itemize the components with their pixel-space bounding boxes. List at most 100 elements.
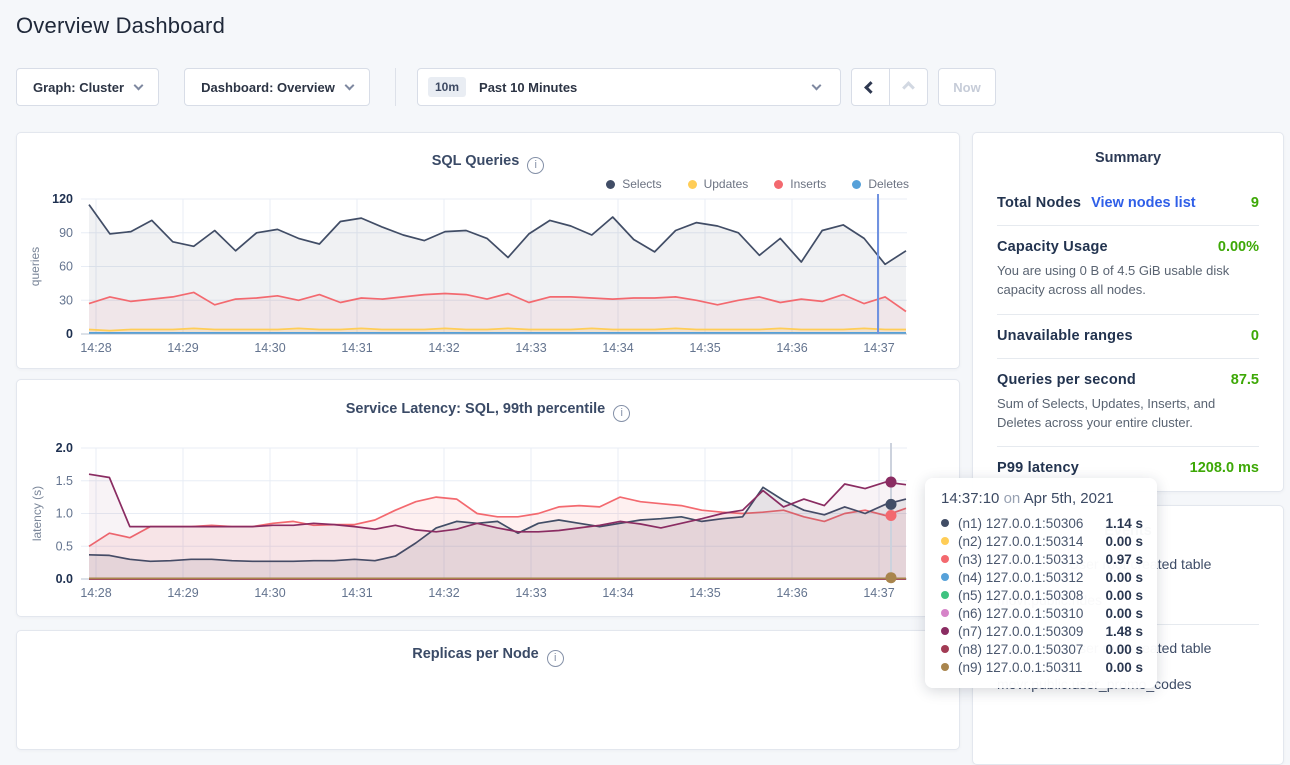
tooltip-node-value: 0.00 s [1105, 588, 1143, 603]
summary-row-value: 9 [1251, 195, 1259, 211]
chevron-down-icon [812, 80, 822, 90]
page-title: Overview Dashboard [16, 13, 225, 39]
series-dot-icon [941, 537, 949, 545]
legend-dot-icon [688, 180, 697, 189]
svg-text:latency (s): latency (s) [30, 486, 44, 541]
info-icon[interactable]: i [527, 157, 544, 174]
sql-queries-chart[interactable]: 030609012014:2814:2914:3014:3114:3214:33… [17, 189, 957, 359]
svg-text:14:33: 14:33 [515, 586, 546, 600]
tooltip-timestamp: 14:37:10 on Apr 5th, 2021 [941, 490, 1143, 507]
tooltip-node-label: (n8) 127.0.0.1:50307 [958, 642, 1083, 657]
svg-text:0.5: 0.5 [56, 539, 73, 553]
svg-text:90: 90 [59, 226, 73, 240]
dashboard-selector-label: Dashboard: Overview [201, 80, 335, 95]
legend-dot-icon [852, 180, 861, 189]
tooltip-node-value: 1.14 s [1105, 516, 1143, 531]
svg-text:60: 60 [59, 260, 73, 274]
tooltip-node-value: 0.00 s [1105, 606, 1143, 621]
time-now-button[interactable]: Now [938, 68, 996, 106]
svg-text:14:28: 14:28 [80, 586, 111, 600]
svg-text:queries: queries [28, 247, 42, 286]
chart-title: Replicas per Node [412, 646, 539, 662]
chart-title: SQL Queries [432, 153, 520, 169]
summary-row: Total Nodes View nodes list 9 [997, 182, 1259, 226]
summary-row-label: Unavailable ranges [997, 328, 1133, 344]
svg-text:120: 120 [52, 192, 73, 206]
svg-text:14:34: 14:34 [602, 586, 633, 600]
svg-text:14:37: 14:37 [863, 341, 894, 355]
time-range-label: Past 10 Minutes [479, 80, 577, 95]
tooltip-row: (n6) 127.0.0.1:50310 0.00 s [941, 604, 1143, 622]
tooltip-node-value: 0.00 s [1105, 660, 1143, 675]
svg-text:1.0: 1.0 [56, 507, 73, 521]
summary-row: Queries per second 87.5 Sum of Selects, Up… [997, 359, 1259, 448]
summary-row-value: 0.00% [1218, 239, 1259, 255]
svg-text:1.5: 1.5 [56, 474, 73, 488]
svg-text:14:31: 14:31 [341, 341, 372, 355]
svg-text:14:36: 14:36 [776, 341, 807, 355]
summary-row-value: 1208.0 ms [1190, 460, 1259, 476]
svg-text:14:37: 14:37 [863, 586, 894, 600]
tooltip-node-value: 0.00 s [1105, 570, 1143, 585]
service-latency-panel: Service Latency: SQL, 99th percentilei 0… [16, 379, 960, 617]
tooltip-node-value: 0.00 s [1105, 642, 1143, 657]
series-dot-icon [941, 645, 949, 653]
summary-rows: Total Nodes View nodes list 9 Capacity Usag… [997, 182, 1259, 490]
summary-row-label: Total Nodes [997, 195, 1081, 211]
tooltip-row: (n4) 127.0.0.1:50312 0.00 s [941, 568, 1143, 586]
series-dot-icon [941, 663, 949, 671]
svg-text:0: 0 [66, 327, 73, 341]
series-dot-icon [941, 591, 949, 599]
summary-row-label: Queries per second [997, 372, 1136, 388]
view-nodes-link[interactable]: View nodes list [1091, 195, 1196, 211]
legend-dot-icon [774, 180, 783, 189]
summary-row-label: Capacity Usage [997, 239, 1108, 255]
tooltip-node-label: (n4) 127.0.0.1:50312 [958, 570, 1083, 585]
series-dot-icon [941, 519, 949, 527]
service-latency-chart[interactable]: 0.00.51.01.52.014:2814:2914:3014:3114:32… [17, 439, 957, 609]
summary-row-subtext: You are using 0 B of 4.5 GiB usable disk… [997, 262, 1259, 300]
dashboard-selector-dropdown[interactable]: Dashboard: Overview [184, 68, 370, 106]
legend-dot-icon [606, 180, 615, 189]
svg-text:14:28: 14:28 [80, 341, 111, 355]
svg-text:14:29: 14:29 [167, 341, 198, 355]
summary-heading: Summary [973, 133, 1283, 166]
svg-text:0.0: 0.0 [56, 572, 73, 586]
summary-row-subtext: Sum of Selects, Updates, Inserts, and De… [997, 395, 1259, 433]
chart-hover-tooltip: 14:37:10 on Apr 5th, 2021 (n1) 127.0.0.1… [925, 478, 1157, 688]
summary-row: Unavailable ranges0 [997, 315, 1259, 359]
sql-queries-panel: SQL Queriesi SelectsUpdatesInsertsDelete… [16, 132, 960, 369]
svg-text:30: 30 [59, 293, 73, 307]
svg-text:14:36: 14:36 [776, 586, 807, 600]
tooltip-node-label: (n2) 127.0.0.1:50314 [958, 534, 1083, 549]
svg-text:14:32: 14:32 [428, 341, 459, 355]
svg-text:14:29: 14:29 [167, 586, 198, 600]
svg-text:14:35: 14:35 [689, 341, 720, 355]
tooltip-node-label: (n6) 127.0.0.1:50310 [958, 606, 1083, 621]
summary-row-value: 87.5 [1231, 372, 1259, 388]
summary-panel: Summary Total Nodes View nodes list 9 Capac… [972, 132, 1284, 492]
tooltip-node-label: (n3) 127.0.0.1:50313 [958, 552, 1083, 567]
info-icon[interactable]: i [547, 650, 564, 667]
info-icon[interactable]: i [613, 405, 630, 422]
chevron-down-icon [134, 80, 144, 90]
time-prev-button[interactable] [851, 68, 890, 106]
svg-text:14:32: 14:32 [428, 586, 459, 600]
graph-selector-dropdown[interactable]: Graph: Cluster [16, 68, 159, 106]
tooltip-rows: (n1) 127.0.0.1:503061.14 s(n2) 127.0.0.1… [941, 514, 1143, 676]
tooltip-row: (n8) 127.0.0.1:50307 0.00 s [941, 640, 1143, 658]
series-dot-icon [941, 573, 949, 581]
summary-row: Capacity Usage 0.00% You are using 0 B of … [997, 226, 1259, 315]
tooltip-row: (n5) 127.0.0.1:50308 0.00 s [941, 586, 1143, 604]
time-range-dropdown[interactable]: 10m Past 10 Minutes [417, 68, 841, 106]
svg-text:14:31: 14:31 [341, 586, 372, 600]
tooltip-row: (n7) 127.0.0.1:503091.48 s [941, 622, 1143, 640]
tooltip-node-label: (n7) 127.0.0.1:50309 [958, 624, 1083, 639]
tooltip-node-label: (n5) 127.0.0.1:50308 [958, 588, 1083, 603]
tooltip-node-value: 0.97 s [1105, 552, 1143, 567]
time-range-badge: 10m [428, 77, 466, 97]
divider [395, 68, 396, 106]
series-dot-icon [941, 627, 949, 635]
time-next-button[interactable] [889, 68, 928, 106]
graph-selector-label: Graph: Cluster [33, 80, 124, 95]
